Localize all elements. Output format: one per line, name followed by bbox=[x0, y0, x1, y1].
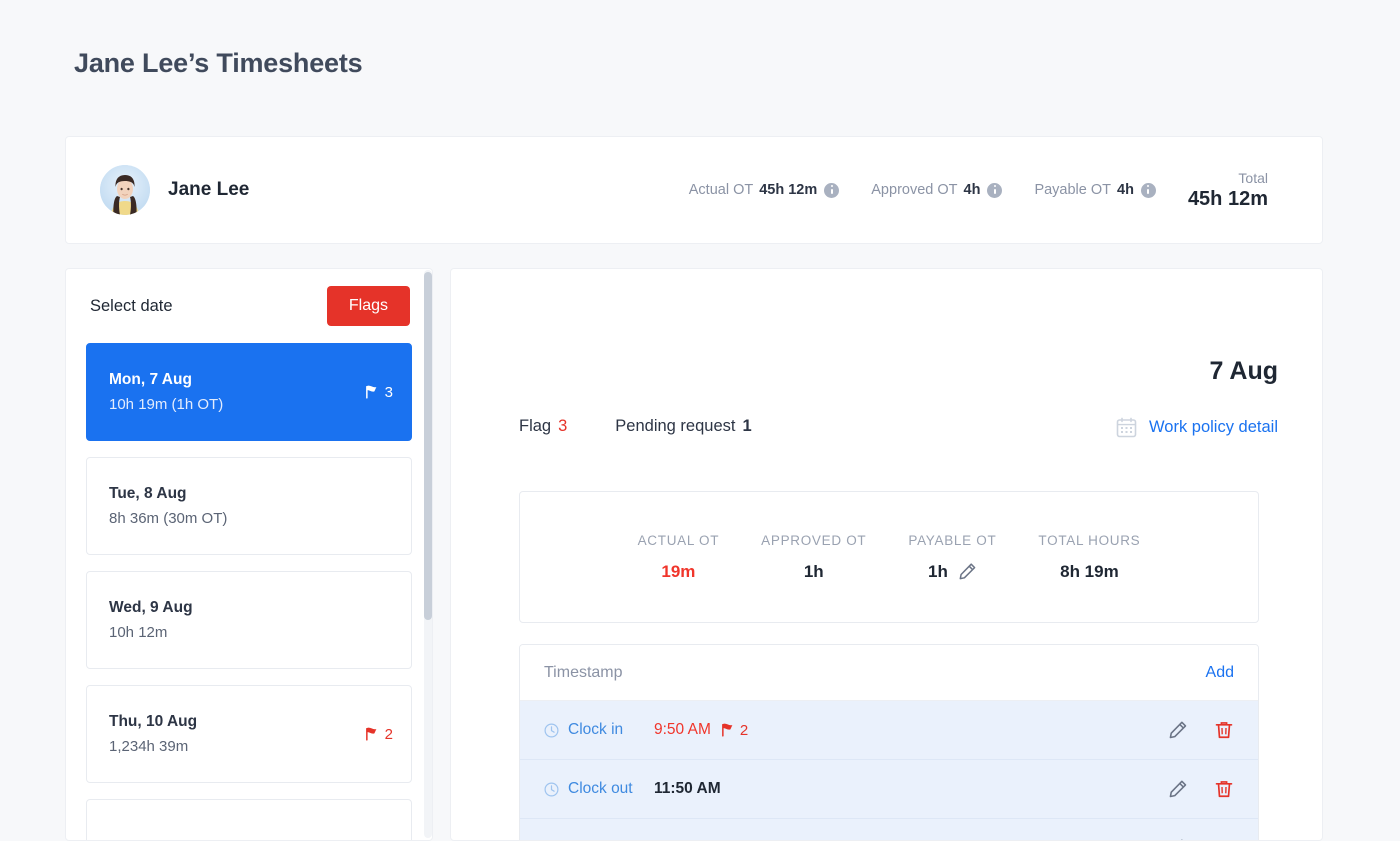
detail-meta: Flag 3 Pending request 1 bbox=[519, 417, 752, 436]
info-icon[interactable] bbox=[987, 182, 1003, 198]
calendar-icon bbox=[1116, 417, 1137, 438]
stat-approved-ot-value: 4h bbox=[963, 182, 981, 198]
date-selector-header: Select date Flags bbox=[66, 269, 432, 343]
ot-col-actual: ACTUAL OT 19m bbox=[617, 533, 741, 582]
flags-button[interactable]: Flags bbox=[326, 286, 410, 326]
date-item-day: Wed, 9 Aug bbox=[109, 599, 193, 616]
date-item-flag-badge: 3 bbox=[365, 384, 393, 401]
stat-payable-ot-value: 4h bbox=[1117, 182, 1134, 198]
date-item-thu-10-aug[interactable]: Thu, 10 Aug 1,234h 39m 2 bbox=[86, 685, 412, 783]
trash-icon[interactable] bbox=[1214, 720, 1234, 740]
stat-actual-ot-label: Actual OT bbox=[688, 182, 754, 198]
user-summary-card: Jane Lee Actual OT 45h 12m Approved OT 4… bbox=[65, 136, 1323, 244]
timestamp-time: 11:50 AM bbox=[654, 780, 721, 797]
flag-label: Flag bbox=[519, 417, 552, 435]
date-item-flag-count: 3 bbox=[384, 383, 393, 401]
flag-icon bbox=[365, 727, 377, 741]
ot-actual-value: 19m bbox=[661, 561, 696, 581]
date-item-day: Tue, 8 Aug bbox=[109, 485, 187, 502]
timestamp-time: 9:50 AM bbox=[654, 721, 711, 738]
date-list-scrollbar-thumb[interactable] bbox=[424, 272, 432, 620]
date-item-day: Mon, 7 Aug bbox=[109, 371, 192, 388]
timesheets-page: Jane Lee’s Timesheets Jane Lee Actual OT… bbox=[0, 0, 1400, 841]
stat-approved-ot: Approved OT 4h bbox=[871, 182, 1003, 198]
stat-payable-ot: Payable OT 4h bbox=[1034, 182, 1156, 198]
pencil-icon[interactable] bbox=[1168, 720, 1188, 740]
date-item-flag-count: 2 bbox=[384, 725, 393, 743]
info-icon[interactable] bbox=[1140, 182, 1156, 198]
ot-actual-label: ACTUAL OT bbox=[637, 532, 720, 548]
trash-icon[interactable] bbox=[1214, 779, 1234, 799]
timestamp-flag-count: 2 bbox=[739, 721, 749, 739]
ot-approved-label: APPROVED OT bbox=[761, 532, 867, 548]
work-policy-detail-link[interactable]: Work policy detail bbox=[1116, 417, 1278, 438]
timestamp-kind: Clock in bbox=[568, 721, 624, 738]
date-selector-panel: Select date Flags Mon, 7 Aug 10h 19m (1h… bbox=[65, 268, 433, 841]
stat-actual-ot: Actual OT 45h 12m bbox=[689, 182, 840, 198]
flag-icon bbox=[721, 723, 733, 737]
table-row[interactable]: Clock out 11:50 AM bbox=[520, 760, 1258, 819]
date-item-hours: 10h 19m (1h OT) bbox=[109, 396, 224, 413]
work-policy-detail-label: Work policy detail bbox=[1149, 418, 1278, 436]
clock-icon bbox=[544, 781, 559, 797]
day-detail-panel: 7 Aug Flag 3 Pending request 1 Work poli… bbox=[450, 268, 1323, 841]
ot-col-payable: PAYABLE OT 1h bbox=[887, 533, 1017, 582]
pending-request-label: Pending request bbox=[615, 417, 736, 435]
timestamp-column-label: Timestamp bbox=[544, 663, 623, 681]
date-item-mon-7-aug[interactable]: Mon, 7 Aug 10h 19m (1h OT) 3 bbox=[86, 343, 412, 441]
flag-icon bbox=[365, 385, 377, 399]
stat-payable-ot-label: Payable OT bbox=[1034, 182, 1112, 198]
ot-stats: Actual OT 45h 12m Approved OT 4h Payable… bbox=[689, 170, 1322, 211]
avatar bbox=[100, 165, 150, 215]
date-item-hours: 10h 12m bbox=[109, 624, 168, 641]
date-item-tue-8-aug[interactable]: Tue, 8 Aug 8h 36m (30m OT) bbox=[86, 457, 412, 555]
date-list: Mon, 7 Aug 10h 19m (1h OT) 3 Tue, 8 Aug … bbox=[66, 343, 432, 840]
ot-total-label: TOTAL HOURS bbox=[1038, 532, 1141, 548]
ot-payable-value: 1h bbox=[927, 561, 948, 581]
date-item-fri-11-aug[interactable]: Fri, 11 Aug bbox=[86, 799, 412, 840]
ot-payable-label: PAYABLE OT bbox=[908, 532, 997, 548]
row-actions bbox=[1168, 779, 1234, 799]
date-item-wed-9-aug[interactable]: Wed, 9 Aug 10h 12m bbox=[86, 571, 412, 669]
date-item-hours: 1,234h 39m bbox=[109, 738, 189, 755]
ot-total-value: 8h 19m bbox=[1060, 561, 1119, 581]
table-row[interactable]: Clock in bbox=[520, 819, 1258, 840]
ot-payable-value-row: 1h bbox=[908, 562, 996, 582]
select-date-label: Select date bbox=[90, 296, 173, 315]
detail-date: 7 Aug bbox=[1209, 357, 1278, 385]
row-actions bbox=[1168, 720, 1234, 740]
avatar-photo bbox=[100, 165, 150, 215]
info-icon[interactable] bbox=[824, 182, 840, 198]
timestamp-kind: Clock out bbox=[568, 780, 633, 797]
date-item-flag-badge: 2 bbox=[365, 726, 393, 743]
date-item-day: Thu, 10 Aug bbox=[109, 713, 198, 730]
timestamp-table: Timestamp Add Clock in 9:50 AM 2 Clock o… bbox=[519, 644, 1259, 840]
ot-approved-value: 1h bbox=[803, 561, 824, 581]
stat-approved-ot-label: Approved OT bbox=[871, 182, 958, 198]
clock-icon bbox=[544, 722, 559, 738]
pencil-icon[interactable] bbox=[958, 562, 977, 581]
table-row[interactable]: Clock in 9:50 AM 2 bbox=[520, 701, 1258, 760]
timestamp-flag-badge: 2 bbox=[721, 722, 748, 739]
ot-col-approved: APPROVED OT 1h bbox=[740, 533, 887, 582]
total-block: Total 45h 12m bbox=[1188, 170, 1268, 211]
date-item-hours: 8h 36m (30m OT) bbox=[109, 510, 228, 527]
user-name: Jane Lee bbox=[168, 179, 250, 200]
page-title: Jane Lee’s Timesheets bbox=[74, 48, 363, 78]
flag-count: 3 bbox=[558, 417, 568, 435]
ot-summary-box: ACTUAL OT 19m APPROVED OT 1h PAYABLE OT … bbox=[519, 491, 1259, 623]
total-label: Total bbox=[1238, 169, 1268, 186]
stat-actual-ot-value: 45h 12m bbox=[759, 182, 818, 198]
pencil-icon[interactable] bbox=[1168, 779, 1188, 799]
pending-request-count: 1 bbox=[742, 417, 752, 435]
total-value: 45h 12m bbox=[1187, 187, 1268, 210]
ot-col-total: TOTAL HOURS 8h 19m bbox=[1017, 533, 1161, 582]
timestamp-table-header: Timestamp Add bbox=[520, 645, 1258, 701]
add-timestamp-button[interactable]: Add bbox=[1206, 664, 1234, 682]
